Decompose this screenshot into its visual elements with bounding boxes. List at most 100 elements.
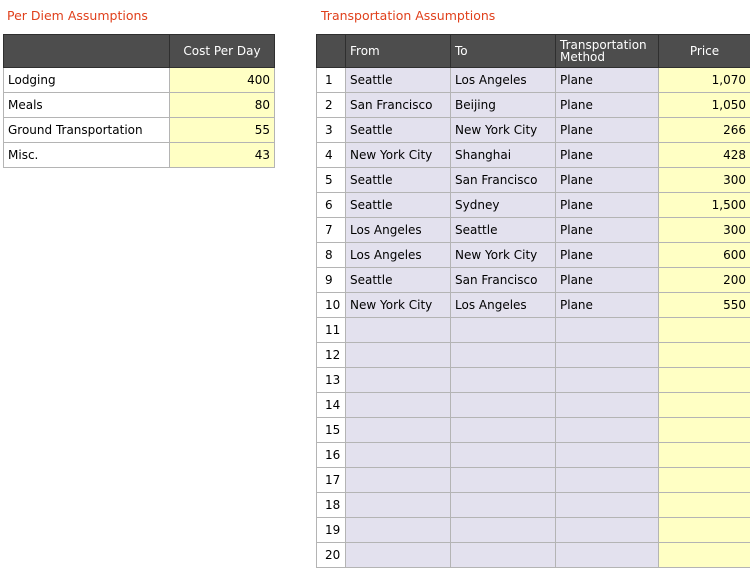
row-number-cell: 8 <box>316 242 346 268</box>
transportation-row: 2 San Francisco Beijing Plane 1,050 <box>316 92 750 118</box>
header-method: Transportation Method <box>555 34 659 68</box>
method-cell[interactable]: Plane <box>555 217 659 243</box>
price-cell[interactable] <box>658 442 750 468</box>
to-cell[interactable] <box>450 517 556 543</box>
from-cell[interactable] <box>345 467 451 493</box>
transportation-row: 4 New York City Shanghai Plane 428 <box>316 142 750 168</box>
price-cell[interactable] <box>658 367 750 393</box>
to-cell[interactable] <box>450 367 556 393</box>
row-number-cell: 1 <box>316 67 346 93</box>
to-cell[interactable] <box>450 317 556 343</box>
per-diem-cost-cell[interactable]: 80 <box>169 92 275 118</box>
from-cell[interactable] <box>345 492 451 518</box>
price-cell[interactable]: 428 <box>658 142 750 168</box>
price-cell[interactable]: 266 <box>658 117 750 143</box>
to-cell[interactable]: Los Angeles <box>450 67 556 93</box>
transportation-row: 7 Los Angeles Seattle Plane 300 <box>316 217 750 243</box>
from-cell[interactable] <box>345 367 451 393</box>
method-cell[interactable]: Plane <box>555 167 659 193</box>
per-diem-label-cell[interactable]: Lodging <box>3 67 170 93</box>
to-cell[interactable]: San Francisco <box>450 167 556 193</box>
from-cell[interactable] <box>345 317 451 343</box>
transportation-table: From To Transportation Method Price 1 Seat… <box>316 34 750 568</box>
from-cell[interactable]: New York City <box>345 292 451 318</box>
from-cell[interactable]: Seattle <box>345 67 451 93</box>
from-cell[interactable]: Los Angeles <box>345 217 451 243</box>
row-number-cell: 14 <box>316 392 346 418</box>
method-cell[interactable]: Plane <box>555 192 659 218</box>
method-cell[interactable]: Plane <box>555 142 659 168</box>
to-cell[interactable]: Seattle <box>450 217 556 243</box>
method-cell[interactable] <box>555 392 659 418</box>
to-cell[interactable]: New York City <box>450 242 556 268</box>
to-cell[interactable] <box>450 542 556 568</box>
method-cell[interactable]: Plane <box>555 242 659 268</box>
price-cell[interactable] <box>658 542 750 568</box>
price-cell[interactable]: 1,070 <box>658 67 750 93</box>
per-diem-label-cell[interactable]: Misc. <box>3 142 170 168</box>
method-cell[interactable]: Plane <box>555 292 659 318</box>
to-cell[interactable]: Shanghai <box>450 142 556 168</box>
price-cell[interactable]: 300 <box>658 217 750 243</box>
price-cell[interactable]: 300 <box>658 167 750 193</box>
method-cell[interactable] <box>555 517 659 543</box>
from-cell[interactable]: Seattle <box>345 267 451 293</box>
to-cell[interactable]: Beijing <box>450 92 556 118</box>
method-cell[interactable] <box>555 542 659 568</box>
from-cell[interactable]: Seattle <box>345 167 451 193</box>
from-cell[interactable] <box>345 542 451 568</box>
from-cell[interactable] <box>345 442 451 468</box>
method-cell[interactable] <box>555 342 659 368</box>
to-cell[interactable]: New York City <box>450 117 556 143</box>
price-cell[interactable] <box>658 392 750 418</box>
row-number-cell: 16 <box>316 442 346 468</box>
to-cell[interactable] <box>450 467 556 493</box>
from-cell[interactable]: San Francisco <box>345 92 451 118</box>
method-cell[interactable] <box>555 417 659 443</box>
price-cell[interactable]: 550 <box>658 292 750 318</box>
to-cell[interactable] <box>450 417 556 443</box>
method-cell[interactable] <box>555 492 659 518</box>
to-cell[interactable] <box>450 442 556 468</box>
from-cell[interactable]: Los Angeles <box>345 242 451 268</box>
row-number-cell: 4 <box>316 142 346 168</box>
method-cell[interactable] <box>555 467 659 493</box>
to-cell[interactable] <box>450 342 556 368</box>
price-cell[interactable] <box>658 517 750 543</box>
price-cell[interactable]: 1,500 <box>658 192 750 218</box>
per-diem-cost-cell[interactable]: 55 <box>169 117 275 143</box>
method-cell[interactable] <box>555 367 659 393</box>
method-cell[interactable] <box>555 317 659 343</box>
method-cell[interactable]: Plane <box>555 67 659 93</box>
to-cell[interactable] <box>450 392 556 418</box>
price-cell[interactable] <box>658 492 750 518</box>
price-cell[interactable] <box>658 467 750 493</box>
transportation-header-row: From To Transportation Method Price <box>316 34 750 68</box>
to-cell[interactable] <box>450 492 556 518</box>
to-cell[interactable]: Sydney <box>450 192 556 218</box>
from-cell[interactable] <box>345 392 451 418</box>
price-cell[interactable]: 1,050 <box>658 92 750 118</box>
price-cell[interactable]: 200 <box>658 267 750 293</box>
price-cell[interactable] <box>658 342 750 368</box>
method-cell[interactable]: Plane <box>555 117 659 143</box>
from-cell[interactable] <box>345 342 451 368</box>
method-cell[interactable]: Plane <box>555 267 659 293</box>
method-cell[interactable] <box>555 442 659 468</box>
from-cell[interactable] <box>345 417 451 443</box>
from-cell[interactable]: Seattle <box>345 117 451 143</box>
to-cell[interactable]: Los Angeles <box>450 292 556 318</box>
method-cell[interactable]: Plane <box>555 92 659 118</box>
price-cell[interactable]: 600 <box>658 242 750 268</box>
per-diem-label-cell[interactable]: Meals <box>3 92 170 118</box>
from-cell[interactable]: New York City <box>345 142 451 168</box>
from-cell[interactable]: Seattle <box>345 192 451 218</box>
per-diem-cost-cell[interactable]: 43 <box>169 142 275 168</box>
per-diem-label-cell[interactable]: Ground Transportation <box>3 117 170 143</box>
price-cell[interactable] <box>658 417 750 443</box>
price-cell[interactable] <box>658 317 750 343</box>
from-cell[interactable] <box>345 517 451 543</box>
per-diem-cost-cell[interactable]: 400 <box>169 67 275 93</box>
row-number-cell: 9 <box>316 267 346 293</box>
to-cell[interactable]: San Francisco <box>450 267 556 293</box>
